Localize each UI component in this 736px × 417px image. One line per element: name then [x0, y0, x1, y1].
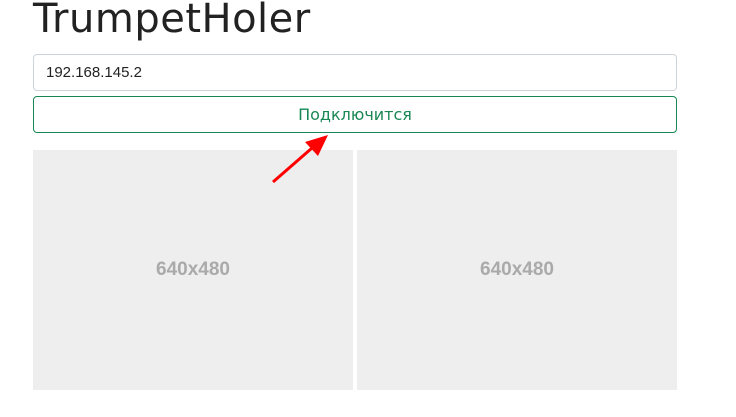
video-stream-left: 640x480: [33, 150, 353, 390]
app-title: TrumpetHoler: [33, 0, 311, 42]
stream-placeholder-label: 640x480: [480, 259, 554, 280]
ip-address-input[interactable]: [33, 54, 677, 91]
stream-placeholder-label: 640x480: [156, 259, 230, 280]
video-stream-right: 640x480: [357, 150, 677, 390]
connect-button[interactable]: Подключится: [33, 96, 677, 133]
